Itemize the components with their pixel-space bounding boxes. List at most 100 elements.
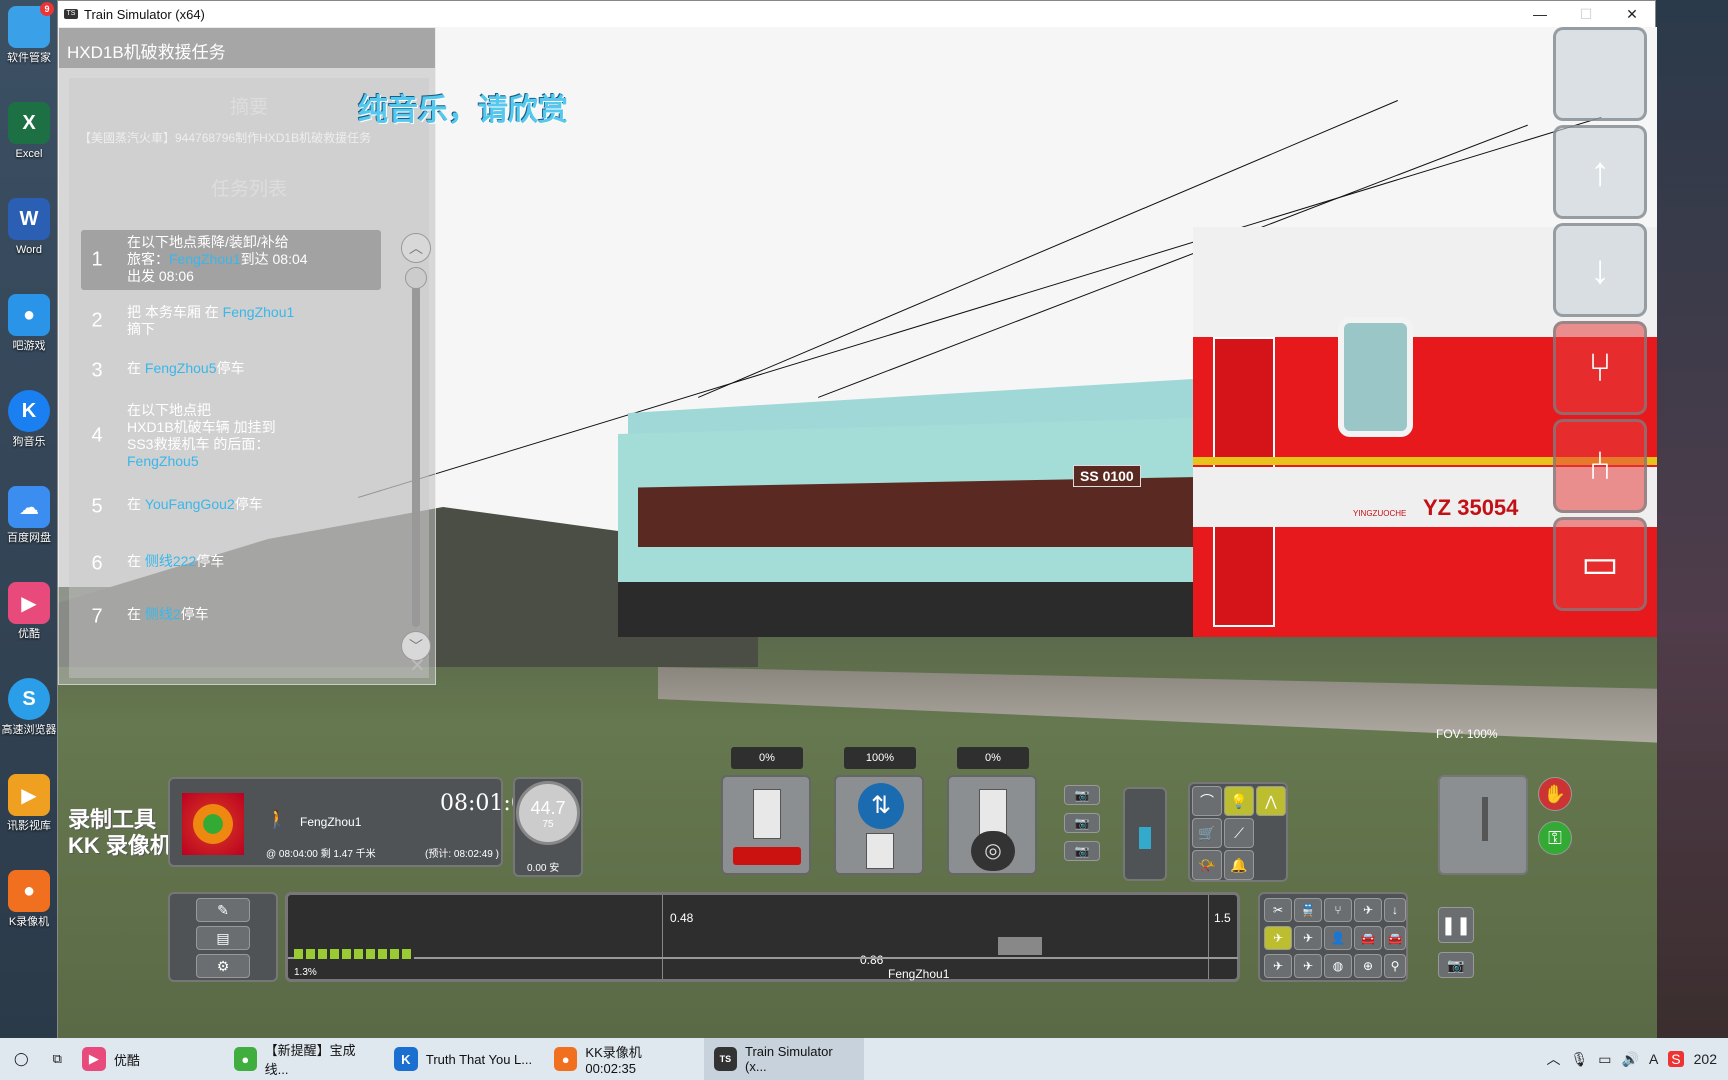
desktop-icon-word[interactable]: W Word (0, 192, 58, 288)
car-icon[interactable]: 🚘 (1354, 926, 1382, 950)
target-icon[interactable]: ⊕ (1354, 954, 1382, 978)
task-location-link[interactable]: 侧线2 (145, 606, 181, 622)
desktop-icon-kugou[interactable]: K 狗音乐 (0, 384, 58, 480)
switch-icon[interactable]: ⑂ (1324, 898, 1352, 922)
panel-close-icon[interactable]: ✕ (409, 653, 426, 678)
pin-icon[interactable]: ⚲ (1384, 954, 1406, 978)
alerter-hand-icon[interactable]: ✋ (1538, 777, 1572, 811)
taskbar-item-youku[interactable]: ▶ 优酷 (72, 1038, 224, 1080)
task-panel-body: 摘要 【美國蒸汽火車】944768796制作HXD1B机破救援任务 任务列表 1… (69, 78, 431, 678)
settings-icon[interactable]: ⚙ (196, 954, 250, 978)
screenshot-icon[interactable]: 📷 (1438, 952, 1474, 978)
map-view-icon[interactable]: ▭ (1553, 517, 1647, 611)
reverser-lever[interactable]: ⇅ (834, 775, 924, 875)
camera-icon[interactable]: 📷 (1064, 841, 1100, 861)
task-list-scrollbar[interactable]: ︿ ﹀ (401, 233, 431, 663)
network-icon[interactable]: ▭ (1598, 1051, 1611, 1068)
track-marker-value: 0.48 (670, 911, 694, 925)
globe-icon[interactable]: ◍ (1324, 954, 1352, 978)
passenger-stop-icon: 🚶 (266, 809, 289, 829)
volume-icon[interactable]: 🔊 (1622, 1051, 1639, 1068)
close-button[interactable]: ✕ (1609, 1, 1655, 27)
arrow-down-icon[interactable]: ↓ (1384, 898, 1406, 922)
plane-icon[interactable]: ✈ (1294, 926, 1322, 950)
scroll-track[interactable] (405, 267, 427, 627)
pencil-icon[interactable]: ✎ (196, 898, 250, 922)
desktop-icon-video-library[interactable]: ▶ 讯影视库 (0, 768, 58, 864)
desktop-icon-label: 优酷 (18, 628, 40, 640)
task-item-3[interactable]: 3 在 FengZhou5停车 (81, 356, 381, 386)
aircraft-icon[interactable]: ✈ (1264, 954, 1292, 978)
handbrake-slider[interactable] (1123, 787, 1167, 881)
person-icon[interactable]: 👤 (1324, 926, 1352, 950)
notebook-icon[interactable]: ▤ (196, 926, 250, 950)
sander-icon[interactable]: ⟋ (1224, 818, 1254, 848)
desktop-icon-game[interactable]: ● 吧游戏 (0, 288, 58, 384)
task-item-4[interactable]: 4 在以下地点把 HXD1B机破车辆 加挂到 SS3救援机车 的后面： Feng… (81, 398, 381, 474)
couple-forward-icon[interactable]: ↑ (1553, 125, 1647, 219)
reverser-handle[interactable] (866, 833, 894, 869)
taskbar-item-kugou[interactable]: K Truth That You L... (384, 1038, 544, 1080)
task-item-5[interactable]: 5 在 YouFangGou2停车 (81, 492, 381, 522)
minimize-button[interactable]: — (1517, 1, 1563, 27)
task-location-link[interactable]: FengZhou5 (145, 360, 217, 376)
switch-left-icon[interactable]: ⑂ (1553, 321, 1647, 415)
brake-lever[interactable]: ◎ (947, 775, 1037, 875)
train-icon[interactable]: 🚆 (1294, 898, 1322, 922)
task-item-7[interactable]: 7 在 侧线2停车 (81, 602, 381, 632)
desktop-icon-column: 9 软件管家 X Excel W Word ● 吧游戏 K 狗音乐 ☁ 百度网盘… (0, 0, 58, 1038)
scroll-thumb[interactable] (405, 267, 427, 289)
pantograph-icon[interactable]: ⋀ (1256, 786, 1286, 816)
scroll-up-button[interactable]: ︿ (401, 233, 431, 263)
camera-icon[interactable]: 📷 (1064, 785, 1100, 805)
desktop-icon-excel[interactable]: X Excel (0, 96, 58, 192)
game-viewport[interactable]: SS 0100 YZ 35054 YINGZUOCHE HXD1B机破救援任务 … (58, 27, 1657, 1039)
camera-switch-buttons: ↑ ↓ ⑂ ⑃ ▭ (1553, 27, 1653, 627)
desktop-icon-browser[interactable]: S 高速浏览器 (0, 672, 58, 768)
sogou-icon[interactable]: S (1668, 1051, 1684, 1067)
maximize-button[interactable]: ☐ (1563, 1, 1609, 27)
taskbar-item-browser[interactable]: ● 【新提醒】宝成线... (224, 1038, 384, 1080)
headlight-icon[interactable]: 💡 (1224, 786, 1254, 816)
camera-icon[interactable]: 📷 (1064, 813, 1100, 833)
emergency-brake-button[interactable] (1438, 775, 1528, 875)
input-method-icon[interactable]: A (1649, 1051, 1658, 1067)
blank-view-button[interactable] (1553, 27, 1647, 121)
task-item-6[interactable]: 6 在 侧线222停车 (81, 549, 381, 579)
task-item-2[interactable]: 2 把 本务车厢 在 FengZhou1 摘下 (81, 300, 381, 342)
pause-icon[interactable]: ❚❚ (1438, 907, 1474, 943)
horn-icon[interactable]: 📯 (1192, 850, 1222, 880)
task-item-1[interactable]: 1 在以下地点乘降/装卸/补给 旅客：FengZhou1到达 08:04 出发 … (81, 230, 381, 290)
desktop-icon-kk-recorder[interactable]: ● K录像机 (0, 864, 58, 960)
taskbar-item-kk-recorder[interactable]: ● KK录像机 00:02:35 (544, 1038, 704, 1080)
task-location-link[interactable]: FengZhou5 (127, 453, 381, 470)
plane-icon[interactable]: ✈ (1354, 898, 1382, 922)
car-icon[interactable]: 🚘 (1384, 926, 1406, 950)
chevron-up-icon[interactable]: ︿ (1547, 1049, 1561, 1069)
switch-right-icon[interactable]: ⑃ (1553, 419, 1647, 513)
taskbar-clock[interactable]: 202 (1694, 1051, 1717, 1067)
task-location-link[interactable]: FengZhou1 (223, 304, 295, 320)
brake-handle[interactable] (979, 789, 1007, 835)
task-text-part: 在 (127, 360, 145, 376)
couple-backward-icon[interactable]: ↓ (1553, 223, 1647, 317)
wiper-icon[interactable]: ⌒ (1192, 786, 1222, 816)
task-location-link[interactable]: FengZhou1 (169, 251, 241, 267)
uncouple-icon[interactable]: ✂ (1264, 898, 1292, 922)
start-search-icon[interactable]: ◯ (0, 1038, 43, 1080)
task-location-link[interactable]: YouFangGou2 (145, 496, 235, 512)
throttle-lever[interactable] (721, 775, 811, 875)
bell-icon[interactable]: 🔔 (1224, 850, 1254, 880)
desktop-icon-software-manager[interactable]: 9 软件管家 (0, 0, 58, 96)
throttle-handle[interactable] (753, 789, 781, 839)
task-view-icon[interactable]: ⧉ (43, 1038, 72, 1080)
plane-icon[interactable]: ✈ (1294, 954, 1322, 978)
cart-icon[interactable]: 🛒 (1192, 818, 1222, 848)
helicopter-icon[interactable]: ✈ (1264, 926, 1292, 950)
taskbar-item-train-simulator[interactable]: TS Train Simulator (x... (703, 1038, 864, 1080)
desktop-icon-youku[interactable]: ▶ 优酷 (0, 576, 58, 672)
key-icon[interactable]: ⚿ (1538, 821, 1572, 855)
task-location-link[interactable]: 侧线222 (145, 553, 196, 569)
microphone-icon[interactable]: 🎙 (1571, 1051, 1589, 1068)
desktop-icon-baidu-pan[interactable]: ☁ 百度网盘 (0, 480, 58, 576)
